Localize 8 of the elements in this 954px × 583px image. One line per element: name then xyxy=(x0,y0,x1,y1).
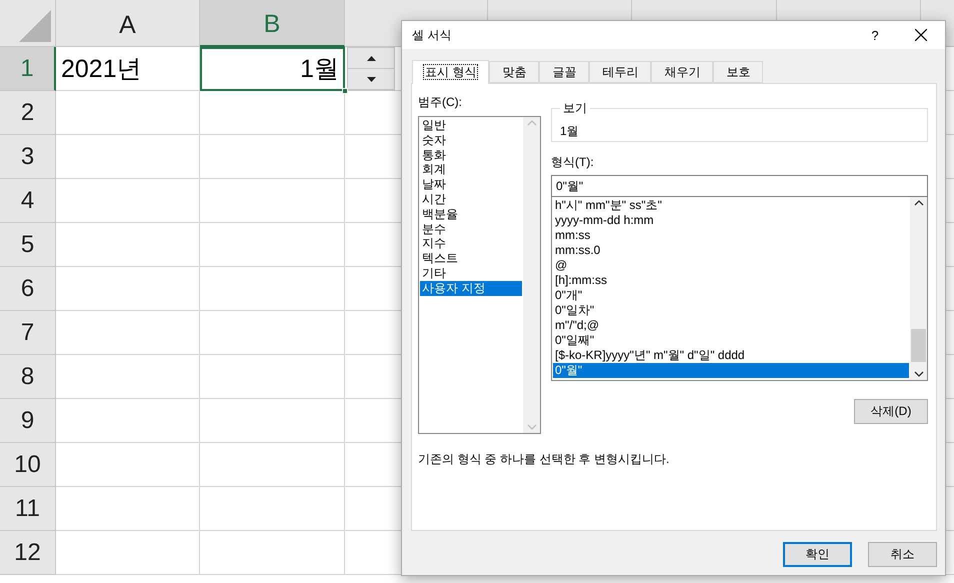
category-label: 범주(C): xyxy=(418,94,463,111)
sample-legend: 보기 xyxy=(560,100,590,117)
table-cell: 1월 xyxy=(200,47,345,91)
window-title: 셀 서식 xyxy=(412,26,452,44)
format-label: 형식(T): xyxy=(551,154,595,171)
hint-text: 기존의 형식 중 하나를 선택한 후 변형시킵니다. xyxy=(418,451,670,468)
table-cell: 2021년 xyxy=(56,47,200,91)
sample-value: 1월 xyxy=(560,124,579,138)
